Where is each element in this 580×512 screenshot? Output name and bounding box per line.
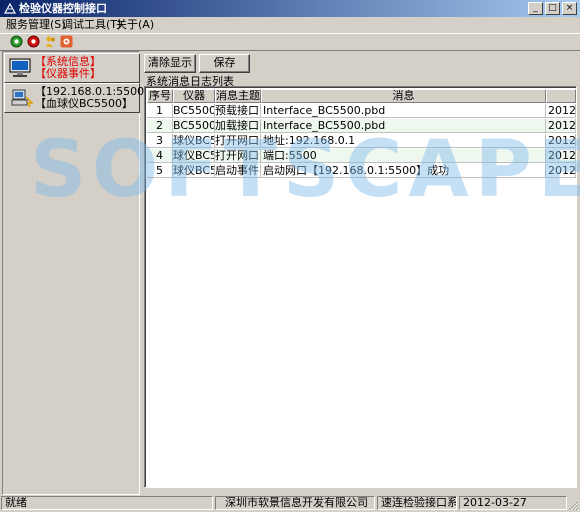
cell-device: 球仪BC55 xyxy=(173,134,215,148)
table-row[interactable]: 1 BC5500 预载接口 Interface_BC5500.pbd 2012 xyxy=(147,104,576,119)
cell-no: 5 xyxy=(147,164,173,178)
column-header-device[interactable]: 仪器 xyxy=(173,89,215,103)
log-grid[interactable]: 序号 仪器 消息主题 消息 1 BC5500 预载接口 Interface_BC… xyxy=(144,86,577,488)
device-name-label: 【血球仪BC5500】 xyxy=(35,97,134,110)
title-bar: 检验仪器控制接口 _ □ × xyxy=(0,0,580,17)
cell-no: 2 xyxy=(147,119,173,133)
cell-device: 球仪BC55 xyxy=(173,164,215,178)
toolbar xyxy=(0,33,580,51)
menu-bar: 服务管理(S) 调试工具(T) 关于(A) xyxy=(0,17,580,33)
status-date: 2012-03-27 xyxy=(459,496,567,510)
status-company: 深圳市软景信息开发有限公司 xyxy=(215,496,375,510)
cell-topic: 打开网口 xyxy=(215,149,261,163)
system-info-node[interactable]: 【系统信息】 【仪器事件】 xyxy=(4,53,140,83)
cell-message: 启动网口【192.168.0.1:5500】成功 xyxy=(261,164,546,178)
monitor-icon xyxy=(9,58,31,77)
column-header-time[interactable] xyxy=(546,89,576,103)
cell-device: BC5500 xyxy=(173,104,215,118)
maximize-icon: □ xyxy=(548,3,557,13)
cell-message: Interface_BC5500.pbd xyxy=(261,119,546,133)
users-icon[interactable] xyxy=(44,35,57,48)
stop-icon[interactable] xyxy=(27,35,40,48)
instrument-events-label: 【仪器事件】 xyxy=(35,67,101,80)
table-row[interactable]: 3 球仪BC55 打开网口 地址:192.168.0.1 2012 xyxy=(147,134,576,149)
cell-no: 4 xyxy=(147,149,173,163)
close-button[interactable]: × xyxy=(562,2,577,15)
table-row[interactable]: 2 BC5500 加载接口 Interface_BC5500.pbd 2012 xyxy=(147,119,576,134)
save-button[interactable]: 保存 xyxy=(199,54,250,73)
minimize-button[interactable]: _ xyxy=(528,2,543,15)
window-title: 检验仪器控制接口 xyxy=(19,2,107,15)
cell-time: 2012 xyxy=(546,134,576,148)
cell-topic: 加载接口 xyxy=(215,119,261,133)
maximize-button[interactable]: □ xyxy=(545,2,560,15)
settings-icon[interactable] xyxy=(60,35,73,48)
start-icon[interactable] xyxy=(10,35,23,48)
minimize-icon: _ xyxy=(533,3,538,13)
cell-message: 端口:5500 xyxy=(261,149,546,163)
cell-message: Interface_BC5500.pbd xyxy=(261,104,546,118)
cell-time: 2012 xyxy=(546,149,576,163)
device-node[interactable]: 【192.168.0.1:5500】 【血球仪BC5500】 xyxy=(4,83,155,113)
clear-display-button[interactable]: 清除显示 xyxy=(144,54,196,73)
close-icon: × xyxy=(565,3,574,13)
cell-message: 地址:192.168.0.1 xyxy=(261,134,546,148)
cell-topic: 启动事件 xyxy=(215,164,261,178)
column-header-topic[interactable]: 消息主题 xyxy=(215,89,261,103)
status-system: 速连检验接口系统 xyxy=(377,496,457,510)
column-header-message[interactable]: 消息 xyxy=(261,89,546,103)
menu-about[interactable]: 关于(A) xyxy=(116,18,154,32)
cell-device: BC5500 xyxy=(173,119,215,133)
computer-icon xyxy=(11,89,33,108)
cell-device: 球仪BC55 xyxy=(173,149,215,163)
cell-time: 2012 xyxy=(546,104,576,118)
cell-time: 2012 xyxy=(546,119,576,133)
table-row[interactable]: 4 球仪BC55 打开网口 端口:5500 2012 xyxy=(147,149,576,164)
app-icon xyxy=(3,2,17,14)
device-tree-panel: 【系统信息】 【仪器事件】 【192.168.0.1:5500】 【血球仪BC5… xyxy=(2,51,155,495)
table-row[interactable]: 5 球仪BC55 启动事件 启动网口【192.168.0.1:5500】成功 2… xyxy=(147,164,576,179)
cell-no: 3 xyxy=(147,134,173,148)
column-header-no[interactable]: 序号 xyxy=(147,89,173,103)
resize-grip-icon[interactable] xyxy=(568,500,579,511)
status-bar: 就绪 深圳市软景信息开发有限公司 速连检验接口系统 2012-03-27 xyxy=(0,495,580,512)
menu-debug-tools[interactable]: 调试工具(T) xyxy=(62,18,121,32)
cell-no: 1 xyxy=(147,104,173,118)
cell-topic: 预载接口 xyxy=(215,104,261,118)
cell-time: 2012 xyxy=(546,164,576,178)
menu-service[interactable]: 服务管理(S) xyxy=(6,18,66,32)
status-state: 就绪 xyxy=(1,496,213,510)
cell-topic: 打开网口 xyxy=(215,134,261,148)
